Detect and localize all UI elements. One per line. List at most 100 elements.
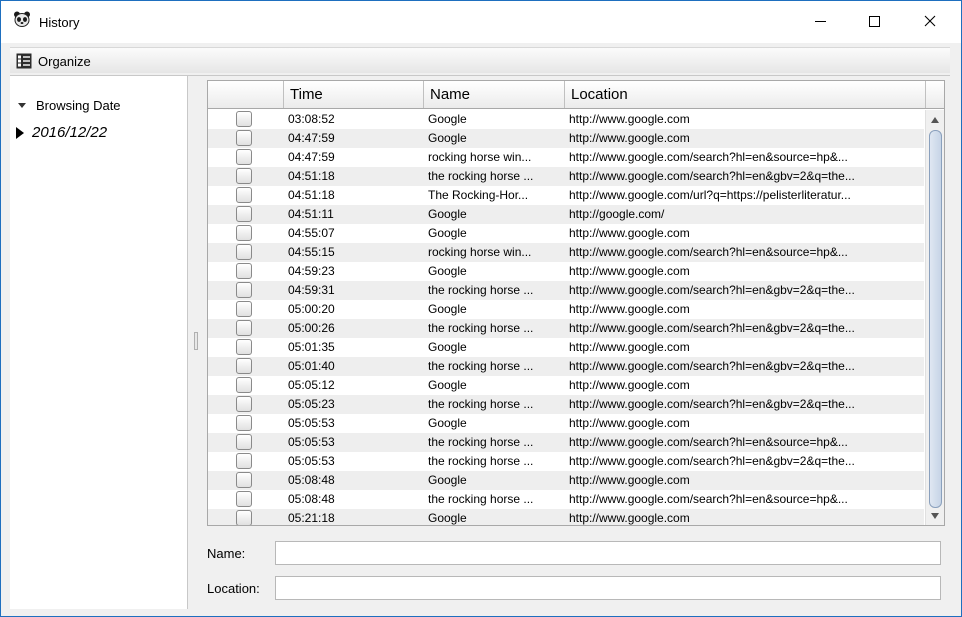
row-checkbox[interactable] — [236, 491, 252, 507]
row-checkbox[interactable] — [236, 415, 252, 431]
vertical-scrollbar[interactable] — [925, 110, 944, 525]
row-checkbox[interactable] — [236, 187, 252, 203]
table-row[interactable]: 05:05:53 Google http://www.google.com — [208, 414, 924, 433]
row-checkbox[interactable] — [236, 149, 252, 165]
organize-menu[interactable]: Organize — [16, 52, 95, 70]
table-row[interactable]: 04:51:18 the rocking horse ... http://www.… — [208, 167, 924, 186]
row-time: 05:05:53 — [288, 416, 335, 430]
table-row[interactable]: 04:51:18 The Rocking-Hor... http://www.goo… — [208, 186, 924, 205]
row-name: Google — [428, 112, 467, 126]
checklist-icon — [16, 53, 32, 69]
row-name: Google — [428, 511, 467, 525]
row-checkbox[interactable] — [236, 206, 252, 222]
row-time: 05:05:12 — [288, 378, 335, 392]
row-time: 04:55:07 — [288, 226, 335, 240]
name-field[interactable] — [275, 541, 941, 565]
row-checkbox[interactable] — [236, 453, 252, 469]
scrollbar-thumb[interactable] — [929, 130, 942, 508]
row-location: http://www.google.com/search?hl=en&sourc… — [569, 492, 848, 506]
row-location: http://www.google.com/search?hl=en&gbv=2… — [569, 169, 855, 183]
column-header-location[interactable]: Location — [565, 81, 926, 108]
row-checkbox[interactable] — [236, 472, 252, 488]
row-location: http://www.google.com — [569, 131, 690, 145]
scroll-up-arrow-icon[interactable] — [931, 117, 939, 123]
table-row[interactable]: 05:21:18 Google http://www.google.com — [208, 509, 924, 525]
row-checkbox[interactable] — [236, 434, 252, 450]
row-name: the rocking horse ... — [428, 454, 534, 468]
row-time: 05:05:23 — [288, 397, 335, 411]
row-location: http://www.google.com — [569, 340, 690, 354]
table-row[interactable]: 04:59:31 the rocking horse ... http://www.… — [208, 281, 924, 300]
row-time: 04:55:15 — [288, 245, 335, 259]
table-row[interactable]: 05:01:35 Google http://www.google.com — [208, 338, 924, 357]
maximize-icon — [868, 15, 880, 27]
row-checkbox[interactable] — [236, 225, 252, 241]
row-name: the rocking horse ... — [428, 397, 534, 411]
row-checkbox[interactable] — [236, 396, 252, 412]
tree-node-date[interactable]: 2016/12/22 — [16, 124, 107, 141]
row-checkbox[interactable] — [236, 510, 252, 525]
row-checkbox[interactable] — [236, 282, 252, 298]
table-row[interactable]: 04:47:59 Google http://www.google.com — [208, 129, 924, 148]
history-table: Time Name Location 03:08:52 Google http://… — [207, 80, 945, 526]
table-row[interactable]: 04:59:23 Google http://www.google.com — [208, 262, 924, 281]
row-time: 04:47:59 — [288, 150, 335, 164]
table-row[interactable]: 04:55:07 Google http://www.google.com — [208, 224, 924, 243]
row-time: 05:01:35 — [288, 340, 335, 354]
row-checkbox[interactable] — [236, 130, 252, 146]
row-checkbox[interactable] — [236, 301, 252, 317]
row-checkbox[interactable] — [236, 320, 252, 336]
table-row[interactable]: 05:00:26 the rocking horse ... http://www.… — [208, 319, 924, 338]
menu-bar: Organize — [10, 47, 950, 73]
row-time: 04:59:23 — [288, 264, 335, 278]
row-time: 04:47:59 — [288, 131, 335, 145]
table-row[interactable]: 04:51:11 Google http://google.com/ — [208, 205, 924, 224]
table-row[interactable]: 04:55:15 rocking horse win... http://www.g… — [208, 243, 924, 262]
row-checkbox[interactable] — [236, 244, 252, 260]
table-row[interactable]: 05:00:20 Google http://www.google.com — [208, 300, 924, 319]
row-checkbox[interactable] — [236, 111, 252, 127]
row-location: http://www.google.com/search?hl=en&gbv=2… — [569, 454, 855, 468]
row-time: 03:08:52 — [288, 112, 335, 126]
table-row[interactable]: 05:08:48 Google http://www.google.com — [208, 471, 924, 490]
table-row[interactable]: 03:08:52 Google http://www.google.com — [208, 110, 924, 129]
maximize-button[interactable] — [851, 1, 897, 41]
table-row[interactable]: 05:05:12 Google http://www.google.com — [208, 376, 924, 395]
tree-node-browsing-date[interactable]: Browsing Date — [18, 98, 121, 113]
minimize-button[interactable] — [797, 1, 843, 41]
row-name: Google — [428, 416, 467, 430]
row-location: http://www.google.com — [569, 226, 690, 240]
row-checkbox[interactable] — [236, 358, 252, 374]
location-field[interactable] — [275, 576, 941, 600]
scroll-down-arrow-icon[interactable] — [931, 513, 939, 519]
history-window: History Organize Browsing Date 2016/12/2… — [0, 0, 962, 617]
row-time: 04:51:18 — [288, 188, 335, 202]
row-name: the rocking horse ... — [428, 435, 534, 449]
row-time: 05:00:26 — [288, 321, 335, 335]
collapsed-arrow-icon[interactable] — [16, 126, 24, 139]
row-checkbox[interactable] — [236, 168, 252, 184]
table-row[interactable]: 05:01:40 the rocking horse ... http://www.… — [208, 357, 924, 376]
split-pane-divider[interactable] — [194, 332, 198, 350]
row-name: Google — [428, 340, 467, 354]
table-row[interactable]: 05:05:23 the rocking horse ... http://www.… — [208, 395, 924, 414]
row-location: http://www.google.com/search?hl=en&sourc… — [569, 435, 848, 449]
close-button[interactable] — [907, 1, 953, 41]
expanded-arrow-icon[interactable] — [18, 103, 26, 108]
table-row[interactable]: 05:08:48 the rocking horse ... http://www.… — [208, 490, 924, 509]
row-name: the rocking horse ... — [428, 359, 534, 373]
row-checkbox[interactable] — [236, 263, 252, 279]
column-header-time[interactable]: Time — [284, 81, 424, 108]
row-checkbox[interactable] — [236, 339, 252, 355]
table-row[interactable]: 05:05:53 the rocking horse ... http://www.… — [208, 452, 924, 471]
row-time: 05:05:53 — [288, 435, 335, 449]
table-row[interactable]: 04:47:59 rocking horse win... http://www.g… — [208, 148, 924, 167]
table-row[interactable]: 05:05:53 the rocking horse ... http://www.… — [208, 433, 924, 452]
column-header-select[interactable] — [208, 81, 284, 108]
column-header-name[interactable]: Name — [424, 81, 565, 108]
row-checkbox[interactable] — [236, 377, 252, 393]
row-location: http://www.google.com/search?hl=en&gbv=2… — [569, 283, 855, 297]
window-title: History — [39, 15, 80, 30]
title-bar[interactable]: History — [1, 1, 961, 43]
panda-icon — [14, 11, 30, 27]
